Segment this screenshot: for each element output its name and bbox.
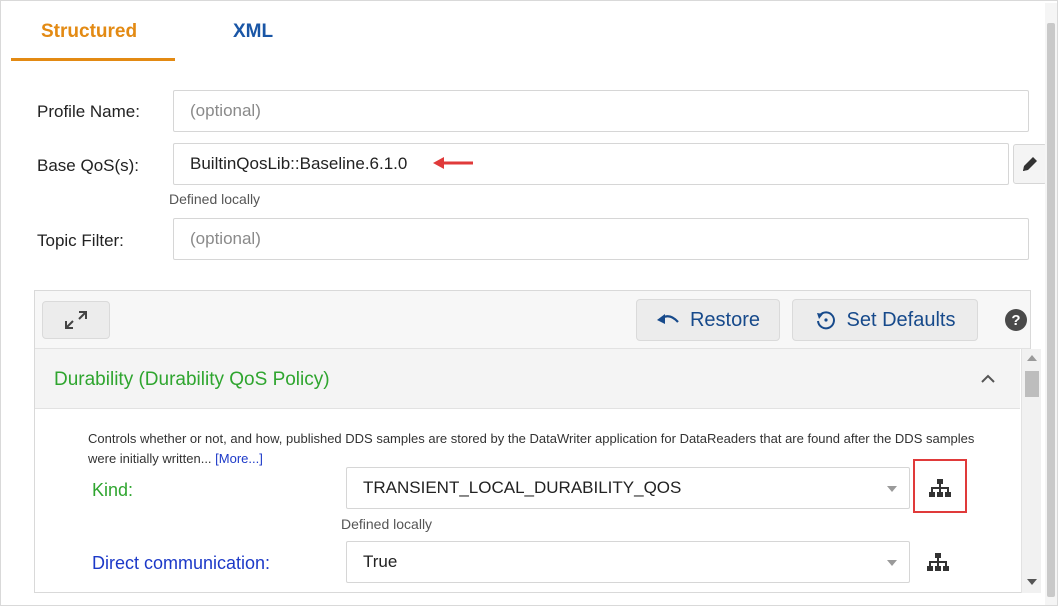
base-qos-hint: Defined locally <box>169 191 261 207</box>
durability-section-header[interactable]: Durability (Durability QoS Policy) <box>35 349 1020 409</box>
direct-communication-value: True <box>363 552 398 571</box>
restore-button[interactable]: Restore <box>636 299 780 341</box>
history-icon <box>816 311 835 330</box>
panel-scrollbar[interactable] <box>1021 349 1041 593</box>
chevron-down-icon <box>887 486 897 492</box>
set-defaults-button[interactable]: Set Defaults <box>792 299 978 341</box>
section-description: Controls whether or not, and how, publis… <box>88 429 988 466</box>
scroll-thumb[interactable] <box>1025 371 1039 397</box>
topic-filter-label: Topic Filter: <box>37 231 124 250</box>
restore-label: Restore <box>689 308 761 331</box>
tab-structured[interactable]: Structured <box>41 21 137 43</box>
direct-communication-select[interactable]: True <box>346 541 910 583</box>
page-scrollbar[interactable] <box>1045 3 1057 605</box>
undo-icon <box>656 314 679 324</box>
qos-profile-editor: Structured XML Profile Name: (optional) … <box>0 0 1058 606</box>
kind-value: TRANSIENT_LOCAL_DURABILITY_QOS <box>363 478 682 497</box>
active-tab-indicator <box>11 58 175 61</box>
expand-button[interactable] <box>42 301 110 339</box>
help-icon[interactable]: ? <box>1005 309 1027 331</box>
scroll-down-icon[interactable] <box>1027 579 1037 585</box>
annotation-arrow-icon <box>433 157 473 169</box>
tab-bar: Structured XML <box>11 1 1031 63</box>
qos-policy-panel: Restore Set Defaults ? Durability (Durab… <box>34 290 1031 593</box>
kind-hint: Defined locally <box>341 516 433 532</box>
chevron-up-icon[interactable] <box>979 371 997 385</box>
page-scroll-thumb[interactable] <box>1047 23 1055 597</box>
kind-select[interactable]: TRANSIENT_LOCAL_DURABILITY_QOS <box>346 467 910 509</box>
panel-toolbar: Restore Set Defaults ? <box>35 291 1030 349</box>
kind-label: Kind: <box>92 480 134 500</box>
chevron-down-icon <box>887 560 897 566</box>
scroll-up-icon[interactable] <box>1027 355 1037 361</box>
more-link[interactable]: [More...] <box>215 451 263 466</box>
pencil-icon <box>1023 157 1037 171</box>
base-qos-input[interactable]: BuiltinQosLib::Baseline.6.1.0 <box>173 143 1009 185</box>
base-qos-label: Base QoS(s): <box>37 156 140 175</box>
hierarchy-icon[interactable] <box>927 552 949 572</box>
annotation-highlight-box <box>913 459 967 513</box>
section-title: Durability (Durability QoS Policy) <box>54 369 330 390</box>
set-defaults-label: Set Defaults <box>846 308 956 331</box>
direct-communication-label: Direct communication: <box>92 553 271 573</box>
expand-icon <box>65 311 87 329</box>
profile-name-input[interactable]: (optional) <box>173 90 1029 132</box>
profile-name-label: Profile Name: <box>37 102 140 121</box>
topic-filter-input[interactable]: (optional) <box>173 218 1029 260</box>
tab-xml[interactable]: XML <box>233 21 273 43</box>
edit-base-qos-button[interactable] <box>1013 144 1047 184</box>
